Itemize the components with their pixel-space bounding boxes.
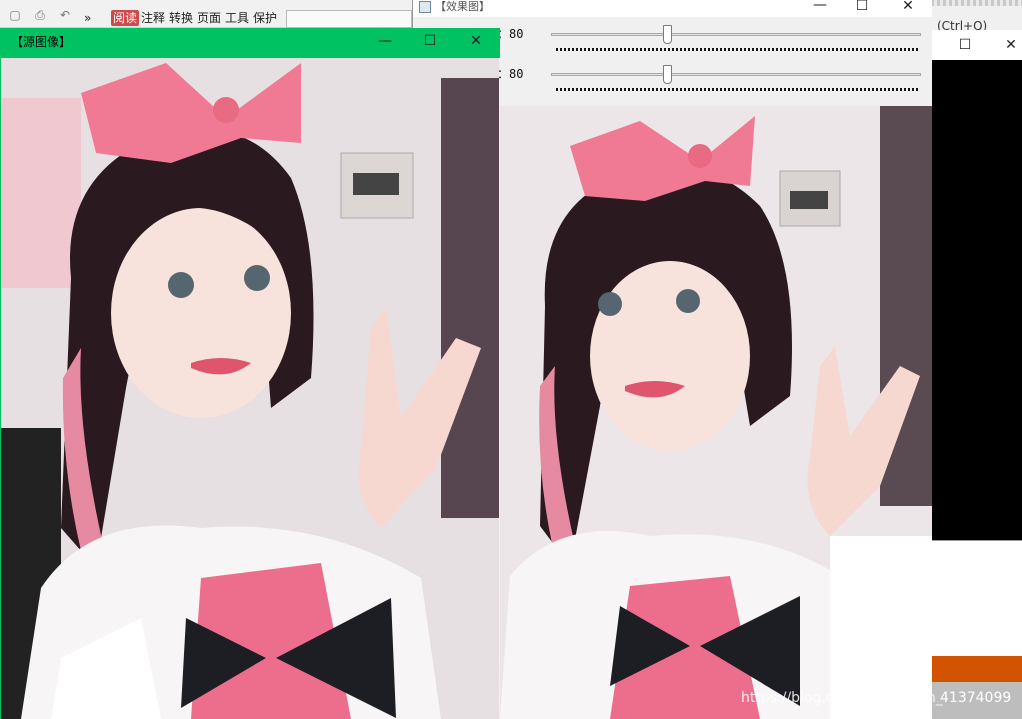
source-window-title: 【源图像】 <box>11 35 72 49</box>
menu-convert[interactable]: 转换 <box>169 10 193 26</box>
trackbar-2-thumb[interactable] <box>663 65 673 84</box>
maximize-icon[interactable]: ☐ <box>854 0 870 14</box>
close-icon[interactable]: ✕ <box>468 33 484 49</box>
effect-photo-illustration <box>500 106 932 719</box>
source-image <box>1 58 499 719</box>
print-icon[interactable]: ⎙ <box>33 8 47 22</box>
menu-page[interactable]: 页面 <box>197 10 221 26</box>
maximize-icon[interactable]: ☐ <box>957 37 973 53</box>
csdn-watermark: https://blog.csdn.net/weixin_ <box>741 690 943 706</box>
more-icon[interactable]: » <box>84 10 91 26</box>
close-icon[interactable]: ✕ <box>900 0 916 14</box>
background-window-titlebar: ☐ ✕ <box>931 30 1022 60</box>
trackbar-1-label: ：80 <box>497 27 524 41</box>
trackbar-2-label: ：80 <box>497 67 524 81</box>
minimize-icon[interactable]: — <box>812 0 828 13</box>
menu-read[interactable]: 阅读 <box>111 10 140 26</box>
background-search-box[interactable] <box>286 10 412 28</box>
undo-icon[interactable]: ↶ <box>58 8 72 22</box>
background-panel-white <box>931 540 1022 656</box>
close-icon[interactable]: ✕ <box>1003 37 1019 53</box>
menu-tools[interactable]: 工具 <box>225 10 249 26</box>
background-canvas-black <box>931 60 1022 540</box>
trackbar-2-ticks <box>556 88 918 91</box>
maximize-icon[interactable]: ☐ <box>422 33 438 49</box>
source-window-titlebar[interactable]: 【源图像】 — ☐ ✕ <box>1 28 500 58</box>
background-strip <box>931 0 1022 6</box>
menu-annotate[interactable]: 注释 <box>141 10 165 26</box>
trackbar-2-track[interactable] <box>551 73 921 76</box>
effect-window-titlebar[interactable]: 【效果图】 — ☐ ✕ <box>413 0 932 17</box>
background-app-toolbar: ▢ ⎙ ↶ » 阅读 注释 转换 页面 工具 保护 <box>0 0 412 28</box>
effect-window-title: 【效果图】 <box>435 0 490 13</box>
save-icon[interactable]: ▢ <box>8 8 22 22</box>
watermark-id: 41374099 <box>940 690 1012 706</box>
source-photo-illustration <box>1 58 499 719</box>
minimize-icon[interactable]: — <box>377 33 393 49</box>
source-image-window: 【源图像】 — ☐ ✕ <box>0 28 500 719</box>
menu-protect[interactable]: 保护 <box>253 10 277 26</box>
trackbar-1-thumb[interactable] <box>663 25 673 44</box>
app-icon <box>419 1 431 13</box>
background-window-right: (Ctrl+Q) ☐ ✕ <box>930 0 1022 719</box>
effect-image <box>500 106 932 719</box>
trackbar-1-ticks <box>556 48 918 51</box>
background-orange-bar <box>931 656 1022 682</box>
trackbar-1-track[interactable] <box>551 33 921 36</box>
